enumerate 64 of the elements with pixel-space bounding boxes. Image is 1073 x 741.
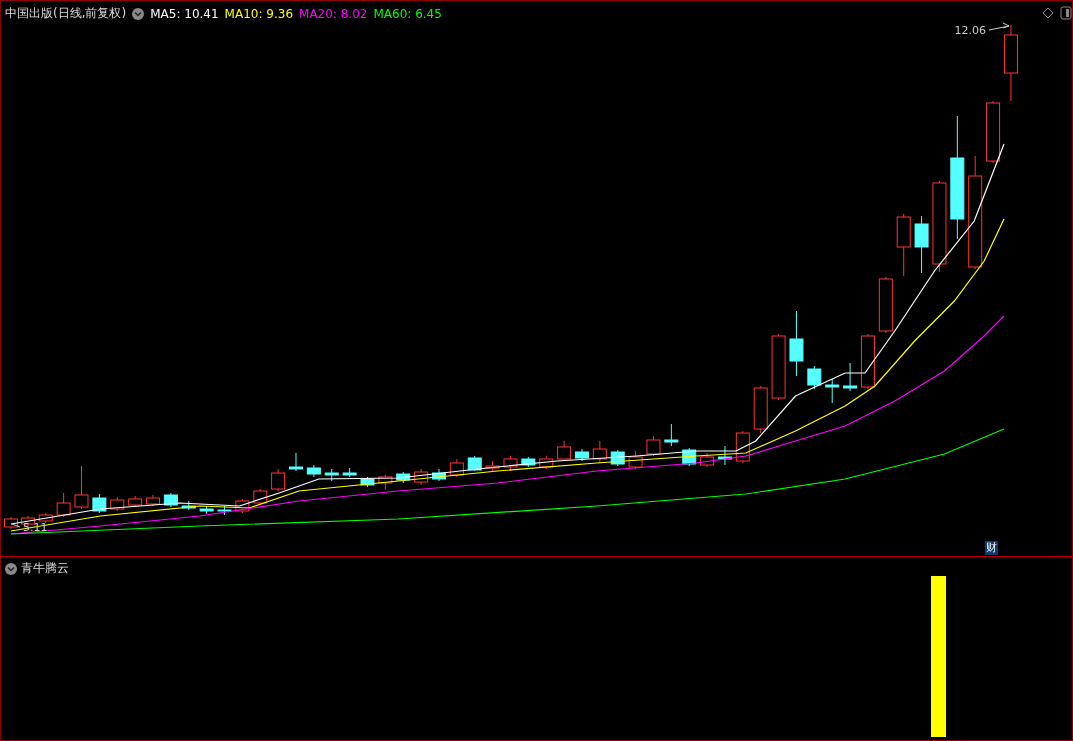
candlestick [271,468,286,492]
leader-line [988,22,1010,31]
moving-average-value: MA20: 8.02 [299,6,368,21]
candlestick [843,362,858,392]
candlestick [146,494,160,507]
candlestick [592,440,607,464]
candlestick [235,498,250,514]
candlestick [378,474,393,490]
chart-title: 中国出版(日线,前复权) [5,5,127,22]
candlestick [807,365,822,390]
candlestick [432,468,446,482]
finance-badge[interactable]: 财 [985,541,998,555]
candlestick [521,456,536,468]
candlestick [860,333,875,390]
candlestick [717,445,732,466]
candlestick [199,505,214,515]
candlestick [664,423,679,447]
candlestick [771,333,786,401]
indicator-title: 青牛腾云 [21,560,69,577]
candlestick [342,467,357,478]
candlestick [575,448,589,462]
candlestick [253,488,268,506]
leader-line [11,523,21,528]
candlestick [539,455,554,470]
price-label: 12.06 [954,24,986,37]
dropdown-icon [5,562,17,575]
candlestick [878,276,893,334]
candlestick [467,455,482,472]
moving-average-value: MA5: 10.41 [150,6,219,21]
candlestick [110,496,125,512]
candlestick [557,440,572,462]
candlestick [74,465,89,510]
candlestick [735,430,750,464]
candlestick [414,468,429,486]
panel-toggle-icon [1060,6,1072,20]
candlestick [163,492,178,508]
candlestick [181,500,196,511]
candlestick [306,464,321,478]
candlestick [485,460,500,472]
candlestick [128,495,143,508]
candlestick [914,215,929,274]
candlestick [825,378,840,404]
candlestick [449,458,464,478]
candlestick [700,452,715,468]
candlestick [896,213,911,277]
candlestick [986,100,1001,164]
candlestick [217,505,232,516]
candlestick [324,468,339,482]
candlestick [753,385,768,434]
diamond-icon [1042,7,1054,19]
candlestick [360,476,375,488]
candlestick [396,471,411,484]
candlestick [289,452,303,472]
candlestick [789,310,804,377]
moving-average-value: MA60: 6.45 [373,6,442,21]
dropdown-icon [132,7,145,20]
candlestick [628,450,643,470]
candlestick [92,493,107,514]
candlestick [38,512,53,524]
candlestick [56,492,71,518]
candlestick [503,455,518,472]
candlestick [4,516,18,530]
candlestick [646,435,661,457]
moving-average-value: MA10: 9.36 [224,6,294,21]
